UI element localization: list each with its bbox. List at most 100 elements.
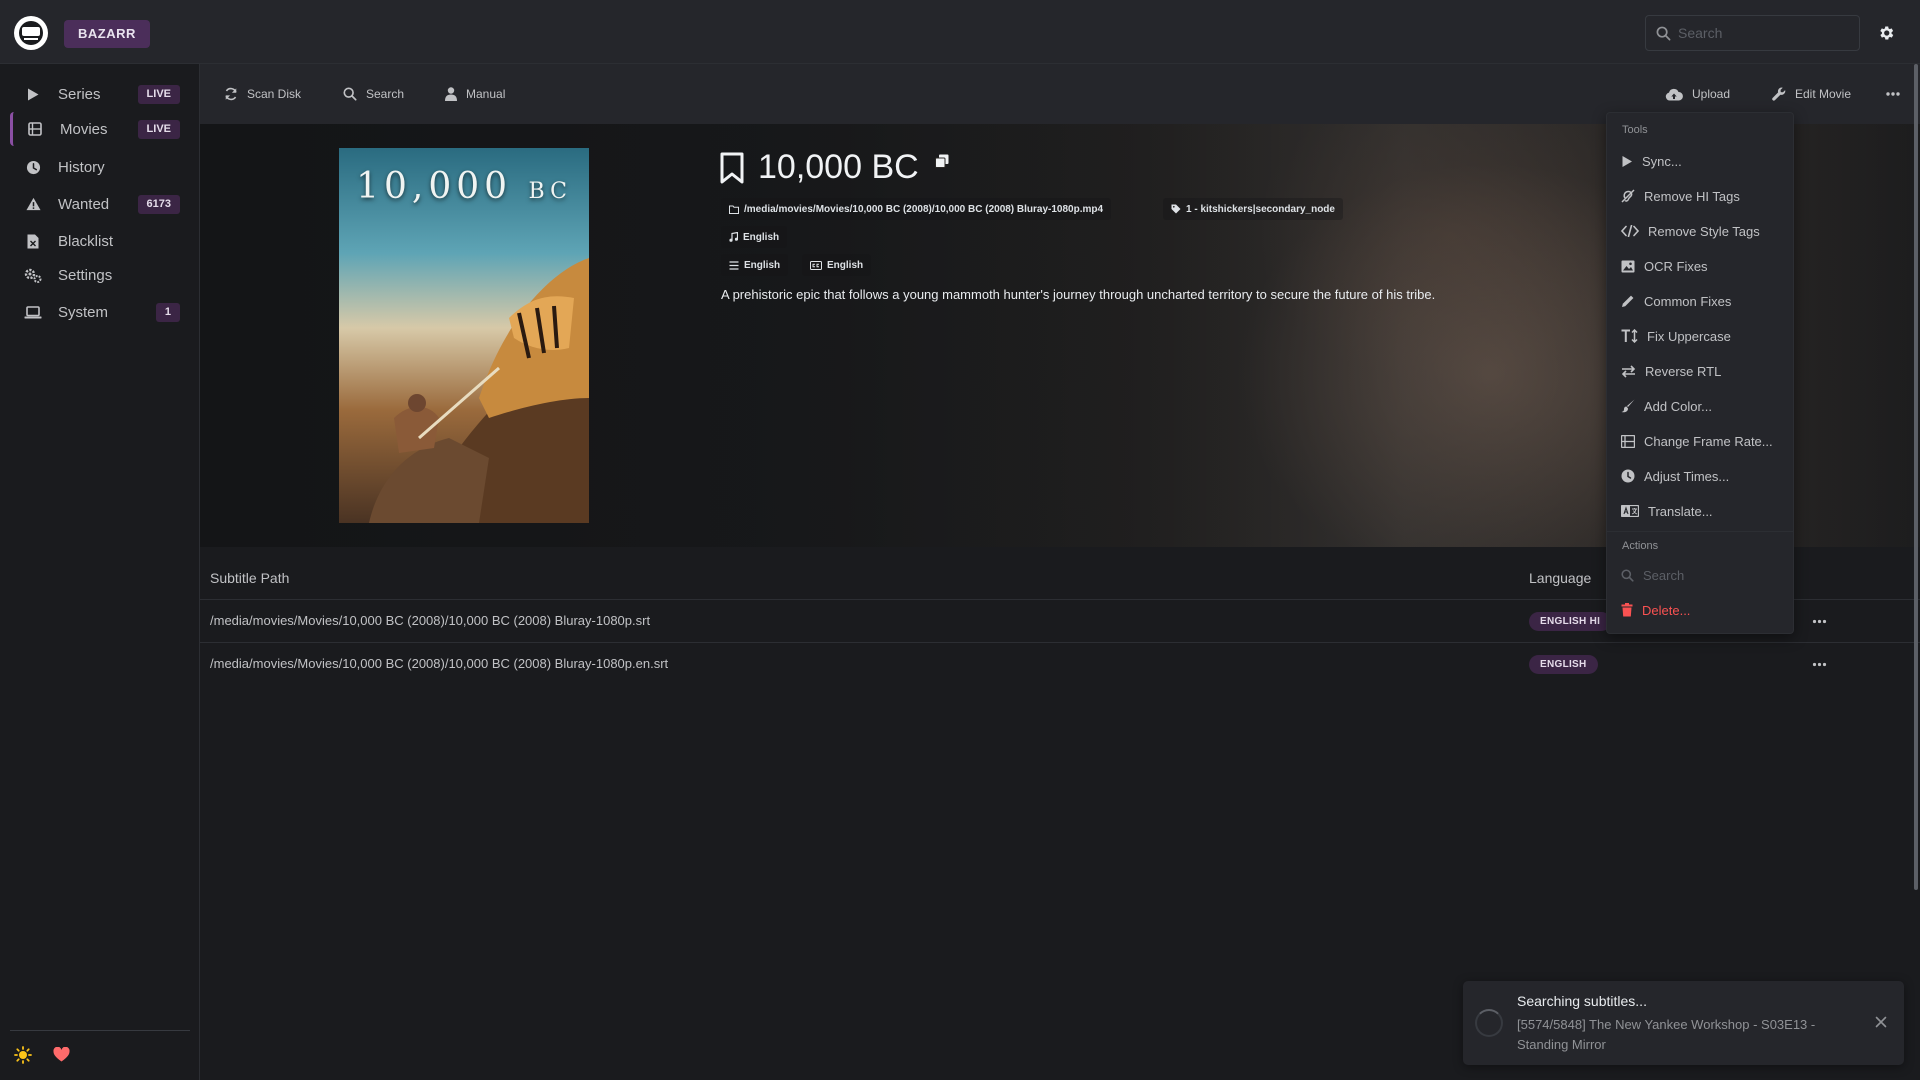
text-height-icon: [1621, 329, 1638, 343]
scan-disk-label: Scan Disk: [247, 87, 302, 101]
menu-item-common-fixes[interactable]: Common Fixes: [1621, 290, 1731, 312]
pencil-icon: [1622, 295, 1634, 307]
laptop-icon: [24, 305, 42, 319]
subtitle-path: /media/movies/Movies/10,000 BC (2008)/10…: [210, 656, 669, 671]
app-header: BAZARR: [0, 0, 1920, 64]
live-badge: LIVE: [137, 120, 180, 139]
sidebar-item-movies[interactable]: Movies LIVE: [10, 112, 190, 146]
audio-language-chip: English: [721, 226, 788, 248]
row-actions-button[interactable]: [1812, 612, 1827, 631]
more-options-button[interactable]: [1886, 64, 1909, 124]
menu-item-change-frame-rate[interactable]: Change Frame Rate...: [1621, 430, 1773, 452]
sync-icon: [225, 87, 237, 101]
bookmark-icon[interactable]: [720, 152, 744, 184]
global-search[interactable]: [1645, 15, 1860, 51]
sidebar-item-series[interactable]: Series LIVE: [10, 77, 190, 111]
sidebar: Series LIVE Movies LIVE History Wanted 6…: [0, 64, 200, 1080]
subtitle-path: /media/movies/Movies/10,000 BC (2008)/10…: [210, 613, 651, 628]
ellipsis-icon: [1886, 92, 1900, 96]
menu-section-tools: Tools: [1622, 124, 1648, 136]
sidebar-item-label: Movies: [60, 120, 108, 138]
edit-movie-label: Edit Movie: [1795, 87, 1852, 101]
sidebar-item-label: Blacklist: [58, 232, 114, 250]
ellipsis-icon: [1812, 662, 1827, 667]
menu-divider: [1607, 531, 1793, 532]
notification-title: Searching subtitles...: [1517, 993, 1647, 1009]
subtitle-tools-menu: Tools Sync... Remove HI Tags Remove Styl…: [1606, 112, 1794, 634]
system-count-badge: 1: [155, 303, 180, 322]
sidebar-item-history[interactable]: History: [10, 150, 190, 184]
sidebar-item-system[interactable]: System 1: [10, 295, 190, 329]
warning-icon: [24, 197, 42, 211]
clock-icon: [24, 160, 42, 175]
file-x-icon: [24, 234, 42, 249]
sidebar-divider: [10, 1030, 190, 1031]
menu-item-remove-style-tags[interactable]: Remove Style Tags: [1621, 220, 1760, 242]
manual-search-button[interactable]: Manual: [445, 64, 505, 124]
menu-item-translate[interactable]: Translate...: [1621, 500, 1713, 522]
menu-item-remove-hi-tags[interactable]: Remove HI Tags: [1621, 185, 1740, 207]
menu-item-sync[interactable]: Sync...: [1621, 150, 1682, 172]
sidebar-item-label: System: [58, 303, 109, 321]
film-icon: [1621, 434, 1635, 448]
play-icon: [24, 88, 42, 101]
tag-icon: [1171, 204, 1181, 214]
user-icon: [445, 87, 457, 101]
poster-title: 10,000 BC: [356, 166, 572, 207]
wrench-icon: [1772, 87, 1786, 101]
closed-caption-icon: [810, 260, 822, 270]
image-icon: [1621, 260, 1635, 272]
sun-icon[interactable]: [14, 1046, 32, 1064]
list-icon: [729, 260, 739, 270]
language-badge: ENGLISH HI: [1529, 612, 1612, 631]
brand-badge[interactable]: BAZARR: [64, 20, 150, 48]
title-row: 10,000 BC: [720, 148, 919, 187]
menu-item-delete[interactable]: Delete...: [1621, 599, 1690, 621]
code-icon: [1621, 225, 1639, 237]
notification-toast: Searching subtitles... [5574/5848] The N…: [1463, 981, 1904, 1065]
profile-language-chip: English: [721, 254, 789, 276]
notification-message: [5574/5848] The New Yankee Workshop - S0…: [1517, 1017, 1816, 1052]
close-icon[interactable]: [1875, 1016, 1887, 1028]
sidebar-item-settings[interactable]: Settings: [10, 258, 190, 292]
search-button[interactable]: Search: [343, 64, 404, 124]
menu-item-adjust-times[interactable]: Adjust Times...: [1621, 465, 1729, 487]
subtitle-language-chip: English: [802, 254, 872, 276]
play-icon: [1622, 155, 1632, 167]
logo-icon: [19, 21, 43, 45]
deaf-icon: [1621, 189, 1635, 203]
menu-item-reverse-rtl[interactable]: Reverse RTL: [1621, 360, 1721, 382]
movie-overview: A prehistoric epic that follows a young …: [721, 287, 1436, 302]
menu-item-add-color[interactable]: Add Color...: [1621, 395, 1712, 417]
row-actions-button[interactable]: [1812, 655, 1827, 674]
paint-brush-icon: [1621, 399, 1635, 413]
search-icon: [1621, 568, 1634, 582]
heart-icon[interactable]: [53, 1047, 70, 1062]
ellipsis-icon: [1812, 619, 1827, 624]
copy-icon[interactable]: [935, 154, 949, 168]
menu-item-fix-uppercase[interactable]: Fix Uppercase: [1621, 325, 1731, 347]
wanted-count-badge: 6173: [137, 195, 180, 214]
table-row: /media/movies/Movies/10,000 BC (2008)/10…: [200, 642, 1920, 685]
menu-item-search[interactable]: Search: [1621, 564, 1684, 586]
language-icon: [1621, 505, 1639, 517]
manual-label: Manual: [466, 87, 506, 101]
sidebar-item-wanted[interactable]: Wanted 6173: [10, 187, 190, 221]
sidebar-item-label: History: [58, 158, 105, 176]
gear-icon[interactable]: [1877, 24, 1895, 42]
sidebar-item-blacklist[interactable]: Blacklist: [10, 224, 190, 258]
cloud-upload-icon: [1665, 88, 1683, 100]
film-icon: [26, 122, 44, 136]
clock-icon: [1621, 469, 1635, 483]
folder-icon: [729, 205, 739, 214]
sidebar-item-label: Wanted: [58, 195, 110, 213]
menu-item-ocr-fixes[interactable]: OCR Fixes: [1621, 255, 1708, 277]
search-input[interactable]: [1678, 16, 1853, 50]
column-header-path: Subtitle Path: [210, 570, 290, 586]
live-badge: LIVE: [137, 85, 180, 104]
page-scrollbar[interactable]: [1914, 64, 1918, 890]
cogs-icon: [24, 268, 42, 283]
scan-disk-button[interactable]: Scan Disk: [224, 64, 301, 124]
tags-chip: 1 - kitshickers|secondary_node: [1163, 198, 1343, 220]
bazarr-logo[interactable]: [14, 16, 48, 50]
